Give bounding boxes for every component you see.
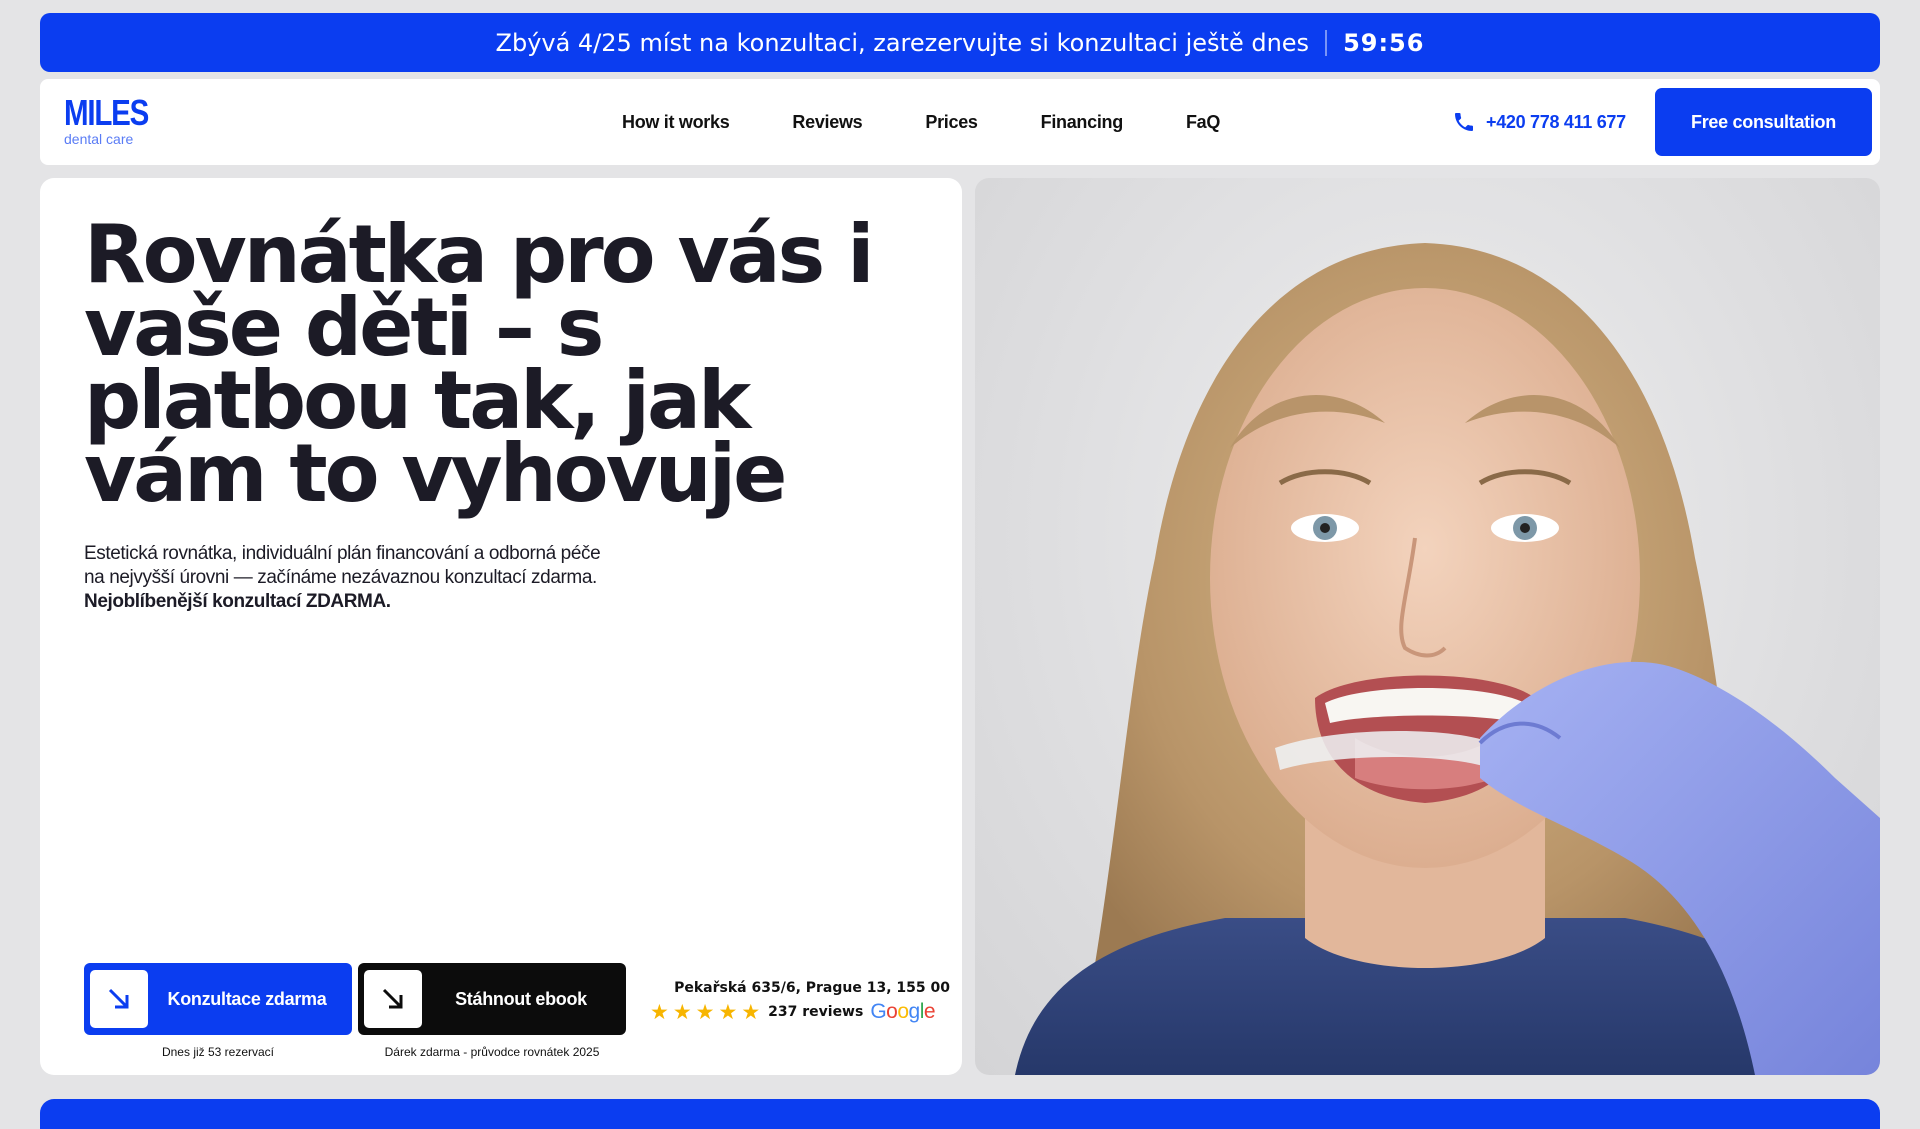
hero-headline: Rovnátka pro vás i vaše děti – s platbou…: [84, 208, 874, 520]
address-text: Pekařská 635/6, Prague 13, 155 00: [674, 980, 950, 996]
ebook-caption: Dárek zdarma - průvodce rovnátek 2025: [384, 1045, 600, 1059]
star-icon: ★: [650, 1000, 669, 1024]
divider: [1325, 29, 1328, 56]
nav-link-financing[interactable]: Financing: [1041, 112, 1124, 133]
consultation-button[interactable]: Konzultace zdarma: [84, 963, 352, 1035]
star-icon: ★: [741, 1000, 761, 1024]
navbar: MILES dental care How it works Reviews P…: [40, 79, 1880, 165]
free-consultation-button[interactable]: Free consultation: [1655, 88, 1872, 156]
patient-with-aligner-image: [1015, 243, 1880, 1075]
hero-photo: [975, 178, 1880, 1075]
consultation-button-label: Konzultace zdarma: [167, 988, 327, 1009]
nav-link-reviews[interactable]: Reviews: [792, 112, 862, 133]
hero-content: Rovnátka pro vás i vaše děti – s platbou…: [40, 178, 962, 1075]
hero-subtitle-line-1: Estetická rovnátka, individuální plán fi…: [84, 543, 601, 564]
phone-number: +420 778 411 677: [1486, 111, 1626, 132]
countdown-timer: 59:56: [1343, 28, 1425, 57]
logo-wordmark: MILES: [64, 92, 149, 133]
star-rating: ★ ★ ★ ★ ★: [650, 1002, 760, 1023]
announcement-text: Zbývá 4/25 míst na konzultaci, zarezervu…: [495, 28, 1310, 57]
star-icon: ★: [672, 1000, 692, 1024]
nav-link-how-it-works[interactable]: How it works: [622, 112, 730, 133]
hero-subtitle-line-2: na nejvyšší úrovni — začínáme nezávaznou…: [84, 567, 597, 588]
google-logo: Google: [870, 1000, 936, 1023]
star-icon: ★: [695, 1000, 715, 1024]
nav-link-prices[interactable]: Prices: [925, 112, 978, 133]
star-icon: ★: [718, 1000, 738, 1024]
logo-tagline: dental care: [64, 131, 134, 147]
announcement-bar: Zbývá 4/25 míst na konzultaci, zarezervu…: [40, 13, 1880, 72]
rating-block[interactable]: ★ ★ ★ ★ ★ 237 reviews Google: [650, 1000, 936, 1024]
download-ebook-label: Stáhnout ebook: [455, 988, 587, 1009]
phone-icon: [1455, 113, 1473, 131]
arrow-down-right-icon: [90, 970, 148, 1028]
nav-link-faq[interactable]: FaQ: [1186, 112, 1220, 133]
reviews-count: 237 reviews: [768, 1004, 864, 1020]
consultation-caption: Dnes již 53 rezervací: [161, 1045, 275, 1059]
arrow-down-right-icon: [364, 970, 422, 1028]
logo[interactable]: MILES dental care: [64, 92, 167, 148]
hero-subtitle: Estetická rovnátka, individuální plán fi…: [84, 542, 704, 614]
download-ebook-button[interactable]: Stáhnout ebook: [358, 963, 626, 1035]
main-menu: How it works Reviews Prices Financing Fa…: [622, 79, 1220, 165]
next-section-banner: [40, 1099, 1880, 1129]
hero-subtitle-bold: Nejoblíbenější konzultací ZDARMA.: [84, 591, 391, 612]
phone-link[interactable]: +420 778 411 677: [1452, 79, 1626, 165]
